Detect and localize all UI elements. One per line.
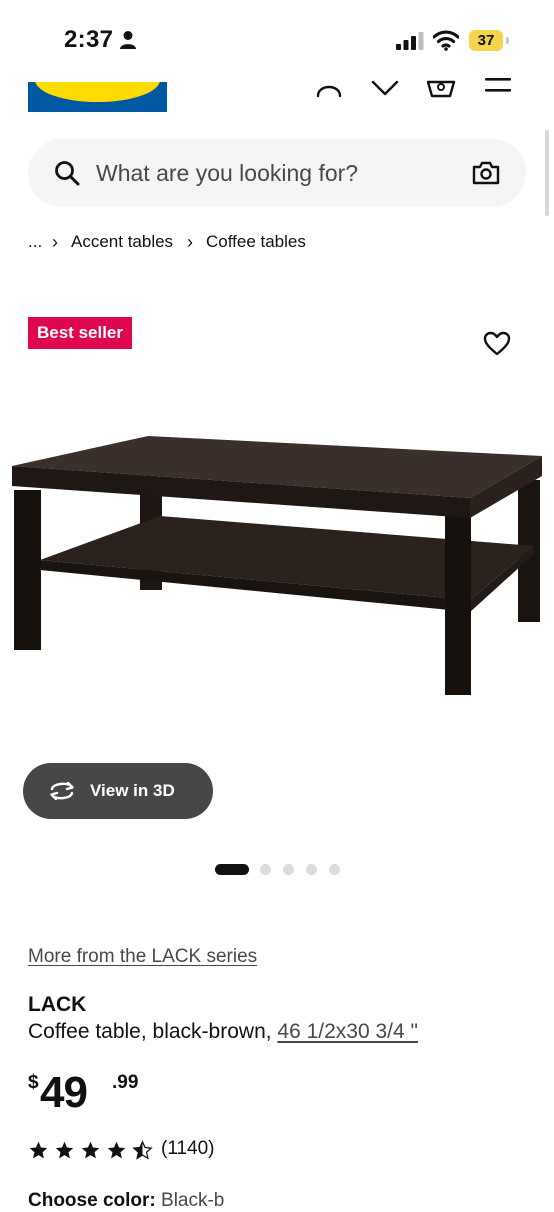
choose-color-row[interactable]: Choose color: Black-b [28,1190,224,1212]
carousel-dot[interactable] [260,864,271,875]
dimensions-link[interactable]: 46 1/2x30 3/4 " [277,1020,418,1043]
breadcrumb-ellipsis[interactable]: ... [28,230,42,254]
account-icon[interactable] [314,74,344,100]
product-name: LACK [28,993,87,1016]
search-input[interactable]: What are you looking for? [96,139,358,207]
product-image[interactable] [0,420,554,720]
product-description: Coffee table, black-brown, 46 1/2x30 3/4… [28,1020,418,1044]
heart-icon[interactable] [483,330,511,358]
cart-icon[interactable] [426,74,456,100]
battery-indicator: 37 [469,30,509,52]
star-icon [81,1141,100,1159]
chevron-right-icon: › [52,232,58,252]
search-icon [55,161,80,186]
star-icon [55,1141,74,1159]
search-bar[interactable]: What are you looking for? [28,139,526,207]
camera-search-icon[interactable] [472,159,500,187]
carousel-dot[interactable] [283,864,294,875]
breadcrumb-accent-tables[interactable]: Accent tables [71,230,173,254]
rotate-3d-icon [50,781,74,801]
person-icon [120,31,136,49]
choose-color-value: Black-b [161,1190,225,1211]
choose-color-label: Choose color [28,1190,150,1211]
page-scrollbar[interactable] [545,130,549,216]
price-cents: .99 [112,1072,139,1093]
carousel-dot[interactable] [306,864,317,875]
battery-percent: 37 [477,32,495,49]
best-seller-badge: Best seller [28,317,132,349]
carousel-dot[interactable] [329,864,340,875]
cellular-signal-icon [396,32,424,50]
view-in-3d-label: View in 3D [90,781,175,800]
wifi-icon [433,30,459,51]
star-icon [107,1141,126,1159]
breadcrumb-coffee-tables[interactable]: Coffee tables [206,230,306,254]
ikea-logo[interactable] [28,82,167,112]
price-whole: 49 [40,1068,88,1117]
chevron-right-icon: › [187,232,193,252]
review-count[interactable]: (1140) [161,1138,215,1160]
series-link[interactable]: More from the LACK series [28,946,257,968]
view-in-3d-button[interactable]: View in 3D [23,763,213,819]
status-time: 2:37 [64,26,114,53]
menu-icon[interactable] [483,74,513,100]
carousel-dot-active[interactable] [215,864,249,875]
price-currency: $ [28,1072,39,1093]
product-type-text: Coffee table, black-brown, [28,1020,278,1043]
favorites-icon[interactable] [370,74,400,100]
star-icon [29,1141,48,1159]
half-star-icon [132,1140,153,1160]
